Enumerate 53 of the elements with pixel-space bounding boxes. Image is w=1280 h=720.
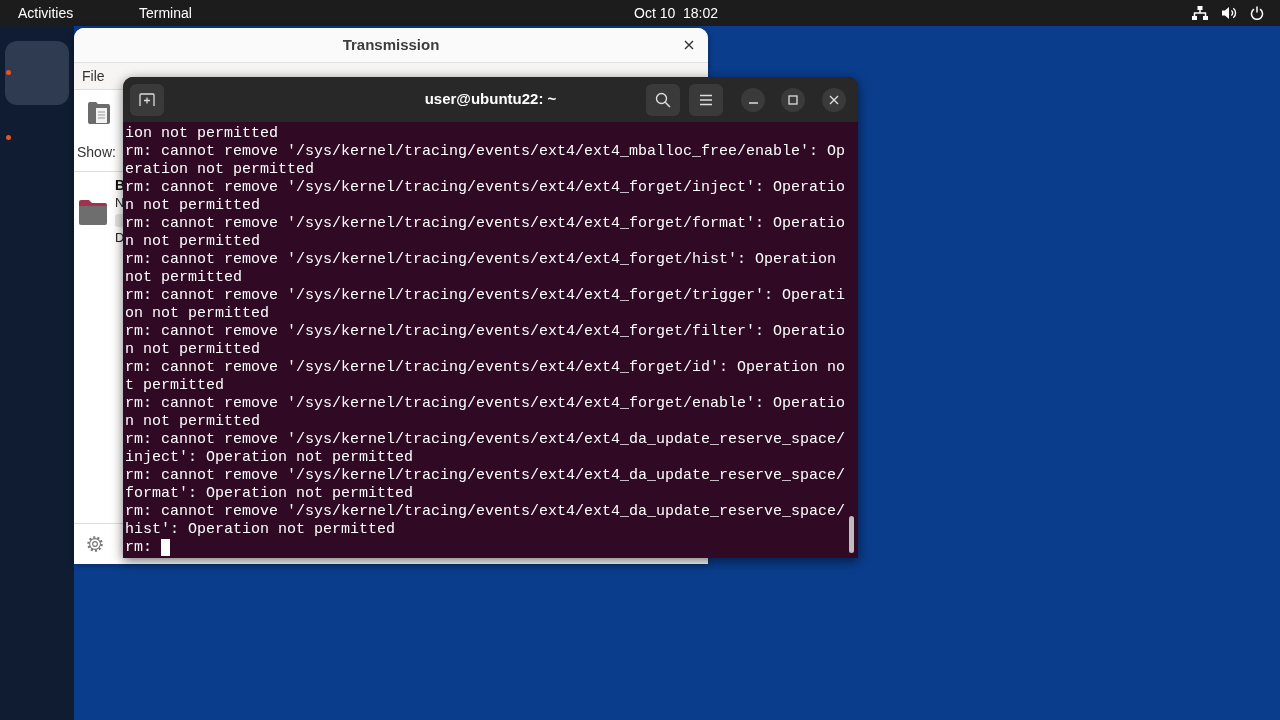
terminal-line: n not permitted [125, 341, 262, 359]
terminal-line: rm: cannot remove '/sys/kernel/tracing/events/ext4/ext4_forget/format': Operatio [125, 215, 847, 233]
terminal-line: rm: cannot remove '/sys/kernel/tracing/events/ext4/ext4_mballoc_free/enable': Op [125, 143, 847, 161]
terminal-line: rm: cannot remove '/sys/kernel/tracing/events/ext4/ext4_forget/enable': Operatio [125, 395, 847, 413]
clock[interactable]: Oct 10 18:02 [634, 2, 719, 24]
maximize-button[interactable] [781, 87, 805, 112]
volume-icon[interactable] [1221, 6, 1237, 20]
terminal-line: inject': Operation not permitted [125, 449, 415, 467]
terminal-line: rm: cannot remove '/sys/kernel/tracing/events/ext4/ext4_forget/id': Operation no [125, 359, 847, 377]
terminal-line: on not permitted [125, 305, 271, 323]
menu-icon [699, 93, 713, 106]
settings-icon[interactable] [86, 535, 104, 553]
window-title: Transmission [342, 34, 440, 55]
close-icon[interactable] [683, 39, 695, 51]
terminal-line: rm: cannot remove '/sys/kernel/tracing/events/ext4/ext4_da_update_reserve_space/ [125, 503, 847, 521]
terminal-line: rm: cannot remove '/sys/kernel/tracing/events/ext4/ext4_forget/inject': Operatio [125, 179, 847, 197]
terminal-line: format': Operation not permitted [125, 485, 415, 503]
terminal-line: rm: cannot remove '/sys/kernel/tracing/events/ext4/ext4_forget/hist': Operation [125, 251, 838, 269]
terminal-line: eration not permitted [125, 161, 316, 179]
close-button[interactable] [822, 87, 846, 112]
minimize-button[interactable] [741, 87, 765, 112]
search-button[interactable] [646, 83, 680, 116]
app-menu[interactable]: Terminal [139, 2, 192, 24]
torrent-status: N [115, 194, 125, 211]
menu-item[interactable]: File [82, 65, 105, 87]
terminal-line: n not permitted [125, 233, 262, 251]
terminal-line: n not permitted [125, 197, 262, 215]
minimize-icon [748, 101, 758, 104]
terminal-line: n not permitted [125, 413, 262, 431]
text-cursor [161, 539, 170, 556]
filter-label: Show: [77, 143, 116, 162]
terminal-prompt: rm: [125, 539, 152, 556]
window-title: user@ubuntu22: ~ [424, 89, 557, 110]
terminal-line: rm: cannot remove '/sys/kernel/tracing/events/ext4/ext4_forget/filter': Operatio [125, 323, 847, 341]
terminal-line: t permitted [125, 377, 226, 395]
new-tab-icon [139, 92, 155, 107]
terminal-line: rm: cannot remove '/sys/kernel/tracing/events/ext4/ext4_forget/trigger': Operati [125, 287, 847, 305]
search-icon [655, 91, 671, 108]
new-tab-button[interactable] [130, 83, 164, 116]
terminal-line: rm: cannot remove '/sys/kernel/tracing/events/ext4/ext4_da_update_reserve_space/ [125, 431, 847, 449]
terminal-line: ion not permitted [125, 125, 280, 143]
scrollbar-thumb[interactable] [849, 516, 854, 553]
menu-button[interactable] [689, 83, 723, 116]
terminal-line: hist': Operation not permitted [125, 521, 397, 539]
power-icon[interactable] [1250, 6, 1264, 20]
progress-track [115, 214, 123, 227]
terminal-line: rm: cannot remove '/sys/kernel/tracing/events/ext4/ext4_da_update_reserve_space/ [125, 467, 847, 485]
close-icon [829, 94, 839, 105]
maximize-icon [788, 94, 798, 105]
folder-document-icon[interactable] [87, 99, 111, 125]
network-icon[interactable] [1192, 6, 1208, 20]
activities-button[interactable]: Activities [18, 4, 74, 21]
terminal-line: not permitted [125, 269, 244, 287]
